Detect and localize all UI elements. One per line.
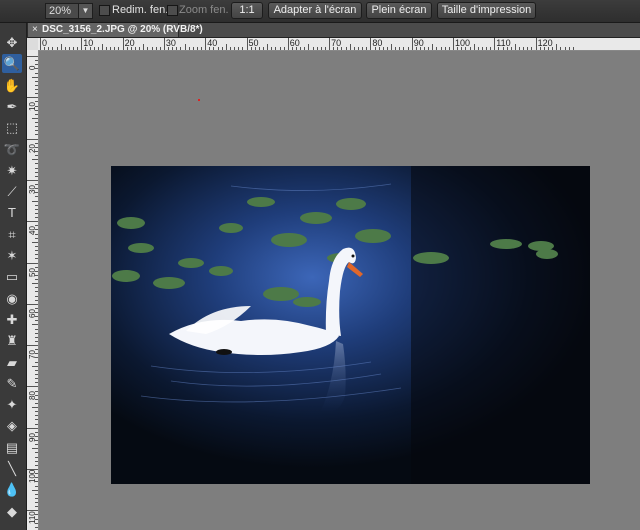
gradient-tool-icon[interactable]: ▤ [2, 438, 22, 457]
type-tool-icon[interactable]: T [2, 203, 22, 222]
options-bar: 20% ▼ Redim. fen. Zoom fen. 1:1 Adapter … [0, 0, 640, 23]
healing-brush-tool-icon[interactable]: ✚ [2, 310, 22, 329]
document-tab-bar: × DSC_3156_2.JPG @ 20% (RVB/8*) [28, 23, 640, 38]
dark-shore-shadow [411, 166, 590, 484]
document-tab-title: DSC_3156_2.JPG @ 20% (RVB/8*) [42, 24, 203, 35]
sponge-tool-icon[interactable]: ◆ [2, 502, 22, 521]
zoom-windows-checkbox[interactable] [167, 5, 178, 16]
paint-bucket-tool-icon[interactable]: ◈ [2, 416, 22, 435]
clone-stamp-tool-icon[interactable]: ♜ [2, 331, 22, 350]
zoom-dropdown-arrow-icon[interactable]: ▼ [78, 3, 93, 19]
straighten-tool-icon[interactable]: ▭ [2, 267, 22, 286]
swan-photo[interactable] [111, 166, 590, 484]
zoom-windows-label: Zoom fen. [179, 4, 229, 16]
hand-tool-icon[interactable]: ✋ [2, 76, 22, 95]
eyedropper-tool-icon[interactable]: ✒ [2, 97, 22, 116]
zoom-tool-icon[interactable]: 🔍 [2, 54, 22, 74]
close-tab-icon[interactable]: × [32, 23, 38, 37]
actual-pixels-button[interactable]: 1:1 [231, 2, 263, 19]
cookie-cutter-tool-icon[interactable]: ✶ [2, 246, 22, 265]
blur-tool-icon[interactable]: 💧 [2, 480, 22, 499]
lasso-tool-icon[interactable]: ➰ [2, 140, 22, 159]
toolbox: ✥ 🔍 ✋ ✒ ⬚ ➰ ✷ ⟋ T ⌗ ✶ ▭ ◉ ✚ ♜ ▰ ✎ ✦ ◈ ▤ ╲ 💧 ◆ [0, 23, 27, 530]
shape-tool-icon[interactable]: ╲ [2, 459, 22, 478]
horizontal-ruler[interactable]: 0 10 20 30 40 50 60 70 80 90 100 110 120 [38, 38, 640, 51]
zoom-level-field[interactable]: 20% [45, 3, 80, 19]
resize-windows-checkbox[interactable] [99, 5, 110, 16]
document-tab[interactable]: × DSC_3156_2.JPG @ 20% (RVB/8*) [28, 23, 203, 37]
quick-selection-tool-icon[interactable]: ⟋ [2, 182, 22, 201]
eraser-tool-icon[interactable]: ▰ [2, 353, 22, 372]
resize-windows-label: Redim. fen. [112, 4, 169, 16]
print-size-button[interactable]: Taille d'impression [437, 2, 536, 19]
cursor-marker [198, 99, 200, 101]
brush-tool-icon[interactable]: ✎ [2, 374, 22, 393]
smart-brush-tool-icon[interactable]: ✦ [2, 395, 22, 414]
magic-wand-tool-icon[interactable]: ✷ [2, 161, 22, 180]
move-tool-icon[interactable]: ✥ [2, 33, 22, 52]
crop-tool-icon[interactable]: ⌗ [2, 225, 22, 244]
marquee-tool-icon[interactable]: ⬚ [2, 118, 22, 137]
fit-screen-button[interactable]: Adapter à l'écran [268, 2, 362, 19]
vertical-ruler[interactable]: 0 10 20 30 40 50 60 70 80 90 100 110 [27, 50, 39, 530]
full-screen-button[interactable]: Plein écran [366, 2, 432, 19]
red-eye-tool-icon[interactable]: ◉ [2, 289, 22, 308]
